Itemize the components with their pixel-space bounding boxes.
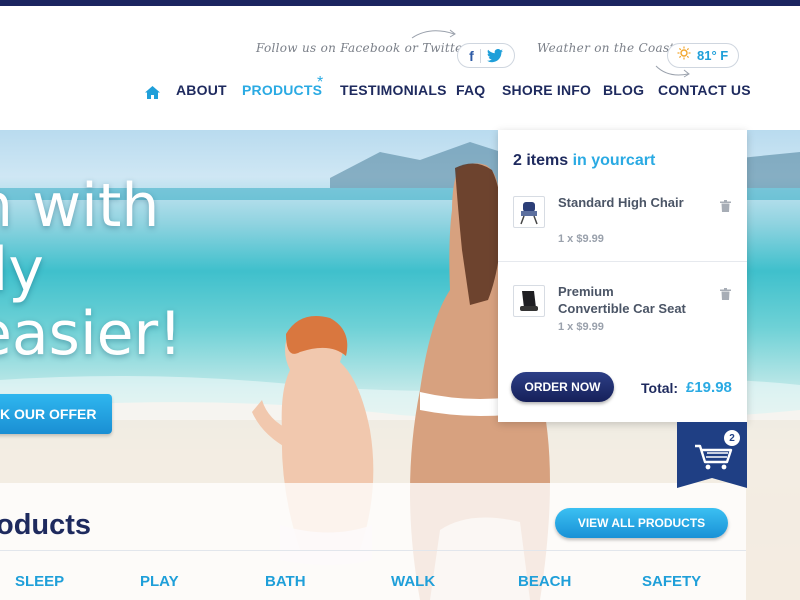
nav-blog[interactable]: BLOG (603, 82, 644, 98)
cart-item-qty: 1 x $9.99 (558, 321, 604, 333)
category-bath[interactable]: BATH (265, 573, 306, 590)
social-links: f (457, 43, 515, 68)
order-now-button[interactable]: ORDER NOW (511, 372, 614, 402)
active-marker: * (317, 74, 324, 91)
social-separator (479, 48, 481, 63)
main-nav: ABOUT PRODUCTS * TESTIMONIALS FAQ SHORE … (0, 74, 800, 108)
trash-icon[interactable] (720, 200, 731, 212)
hero-headline-line1: n with (0, 171, 160, 241)
cart-item-qty: 1 x $9.99 (558, 233, 604, 245)
cart-item-name[interactable]: Premium Convertible Car Seat (558, 283, 688, 317)
category-walk[interactable]: WALK (391, 573, 435, 590)
cart-title-suffix: in yourcart (572, 152, 656, 169)
temperature-value: 81° F (697, 48, 729, 63)
sun-icon (677, 46, 691, 65)
category-beach[interactable]: BEACH (518, 573, 571, 590)
products-heading: oducts (0, 509, 92, 541)
hero-headline-line3: easier! (0, 299, 183, 369)
check-offer-button[interactable]: K OUR OFFER (0, 394, 112, 434)
hero-headline-line2: ily (0, 235, 44, 305)
cart-item-count: 2 items (513, 152, 569, 169)
total-label: Total: (641, 380, 679, 396)
product-thumbnail[interactable] (513, 196, 545, 228)
category-safety[interactable]: SAFETY (642, 573, 701, 590)
trash-icon[interactable] (720, 288, 731, 300)
weather-text: Weather on the Coast (537, 41, 675, 55)
nav-faq[interactable]: FAQ (456, 82, 485, 98)
view-all-products-button[interactable]: VIEW ALL PRODUCTS (555, 508, 728, 538)
follow-us-text: Follow us on Facebook or Twitter (256, 41, 469, 55)
products-panel: oducts VIEW ALL PRODUCTS SLEEP PLAY BATH… (0, 483, 746, 600)
cart-count-badge: 2 (724, 430, 740, 446)
nav-testimonials[interactable]: TESTIMONIALS (340, 82, 447, 98)
cart-title: 2 items in yourcart (513, 152, 655, 170)
nav-contact-us[interactable]: CONTACT US (658, 82, 751, 98)
facebook-icon[interactable]: f (469, 48, 474, 64)
cart-dropdown: 2 items in yourcart Standard High Chair … (498, 130, 747, 422)
cart-item: Standard High Chair 1 x $9.99 (498, 173, 747, 262)
category-play[interactable]: PLAY (140, 573, 179, 590)
arrow-decoration (655, 65, 690, 78)
nav-shore-info[interactable]: SHORE INFO (502, 82, 591, 98)
cart-item: Premium Convertible Car Seat 1 x $9.99 (498, 261, 747, 350)
nav-products[interactable]: PRODUCTS (242, 82, 322, 98)
nav-about[interactable]: ABOUT (176, 82, 227, 98)
site-header: Follow us on Facebook or Twitter f Weath… (0, 6, 800, 130)
arrow-decoration (411, 29, 456, 39)
product-thumbnail[interactable] (513, 285, 545, 317)
twitter-icon[interactable] (486, 48, 503, 63)
products-divider (0, 550, 746, 551)
cart-item-name[interactable]: Standard High Chair (558, 194, 688, 211)
category-sleep[interactable]: SLEEP (15, 573, 64, 590)
total-value: £19.98 (686, 379, 732, 396)
